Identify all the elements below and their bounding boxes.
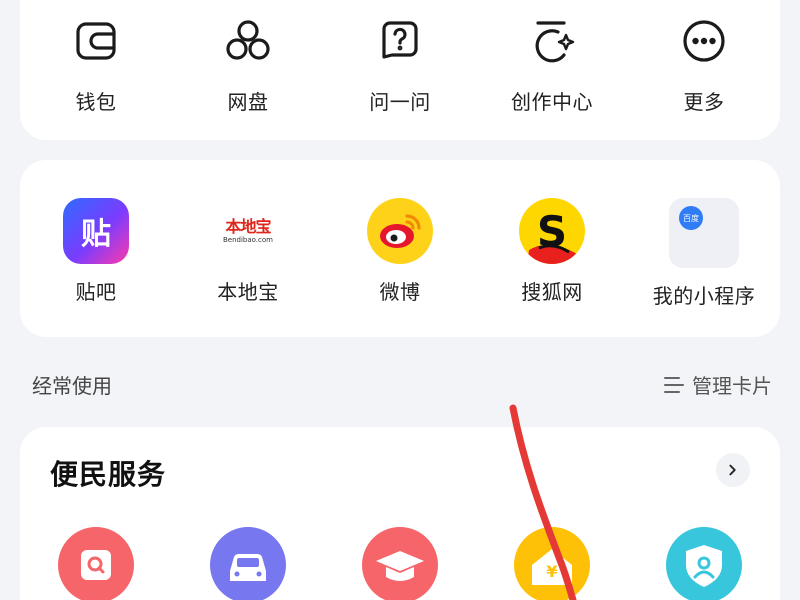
wallet-icon xyxy=(68,13,124,69)
apps-card: 贴 贴吧 本地宝 Bendibao.com 本地宝 微博 S 搜狐网 百度 我的… xyxy=(20,160,780,337)
mini-program-badge: 百度 xyxy=(679,206,703,230)
bendibao-logo-text: 本地宝 xyxy=(225,216,271,236)
bendibao-logo-sub: Bendibao.com xyxy=(222,235,273,244)
tools-card: 钱包 网盘 问一问 创作中心 更多 xyxy=(20,0,780,140)
apps-row: 贴 贴吧 本地宝 Bendibao.com 本地宝 微博 S 搜狐网 百度 我的… xyxy=(20,198,780,309)
section-title: 经常使用 xyxy=(32,374,112,398)
app-weibo[interactable]: 微博 xyxy=(324,198,476,309)
service-item[interactable] xyxy=(324,527,476,600)
tool-ask[interactable]: 问一问 xyxy=(324,13,476,115)
service-item[interactable] xyxy=(20,527,172,600)
graduation-cap-icon xyxy=(362,527,438,600)
app-sohu[interactable]: S 搜狐网 xyxy=(476,198,628,309)
app-label: 搜狐网 xyxy=(521,280,583,304)
app-label: 贴吧 xyxy=(75,280,117,304)
tieba-icon: 贴 xyxy=(63,198,129,264)
tool-label: 创作中心 xyxy=(511,90,593,114)
user-shield-icon xyxy=(666,527,742,600)
tool-more[interactable]: 更多 xyxy=(628,13,780,115)
app-label: 本地宝 xyxy=(217,280,279,304)
app-tieba[interactable]: 贴 贴吧 xyxy=(20,198,172,309)
services-title: 便民服务 xyxy=(50,458,167,491)
app-bendibao[interactable]: 本地宝 Bendibao.com 本地宝 xyxy=(172,198,324,309)
housing-fund-icon: ¥ xyxy=(514,527,590,600)
service-item[interactable] xyxy=(628,527,780,600)
sohu-icon: S xyxy=(519,198,585,264)
creation-center-icon xyxy=(524,13,580,69)
services-card: 便民服务 ¥ xyxy=(20,427,780,600)
tool-label: 网盘 xyxy=(227,90,269,114)
tool-label: 钱包 xyxy=(75,90,117,114)
menu-lines-icon xyxy=(664,376,684,393)
tool-label: 问一问 xyxy=(369,90,431,114)
more-icon xyxy=(676,13,732,69)
car-icon xyxy=(210,527,286,600)
chevron-right-icon xyxy=(729,464,736,476)
weibo-icon xyxy=(367,198,433,264)
bendibao-icon: 本地宝 Bendibao.com xyxy=(215,198,281,264)
search-service-icon xyxy=(58,527,134,600)
tool-wallet[interactable]: 钱包 xyxy=(20,13,172,115)
app-label: 我的小程序 xyxy=(652,284,756,308)
svg-text:¥: ¥ xyxy=(546,562,557,581)
frequent-section-header: 经常使用 管理卡片 xyxy=(32,370,772,400)
tool-label: 更多 xyxy=(683,90,725,114)
manage-cards-label: 管理卡片 xyxy=(692,374,772,398)
cloud-drive-icon xyxy=(220,13,276,69)
tool-creation-center[interactable]: 创作中心 xyxy=(476,13,628,115)
service-item[interactable]: ¥ xyxy=(476,527,628,600)
app-mini-program[interactable]: 百度 我的小程序 xyxy=(628,198,780,309)
mini-program-icon: 百度 xyxy=(669,198,739,268)
tieba-glyph: 贴 xyxy=(81,217,111,252)
ask-icon xyxy=(372,13,428,69)
services-row: ¥ xyxy=(20,527,780,600)
services-more-button[interactable] xyxy=(716,453,750,487)
manage-cards-button[interactable]: 管理卡片 xyxy=(664,370,772,399)
tool-cloud-drive[interactable]: 网盘 xyxy=(172,13,324,115)
app-label: 微博 xyxy=(379,280,421,304)
tools-row: 钱包 网盘 问一问 创作中心 更多 xyxy=(20,13,780,115)
service-item[interactable] xyxy=(172,527,324,600)
